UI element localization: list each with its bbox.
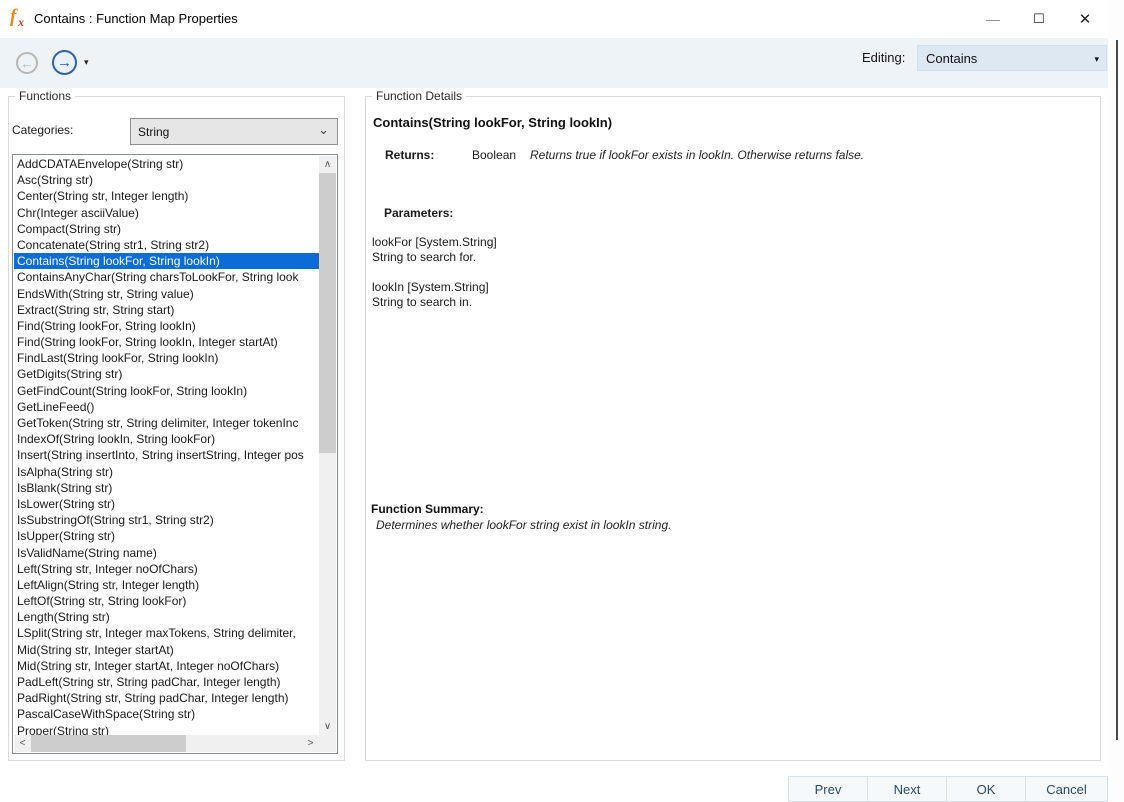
window-title: Contains : Function Map Properties [34,11,238,26]
function-list-item[interactable]: IsBlank(String str) [14,480,319,496]
categories-combobox[interactable]: String ⌄ [130,118,338,145]
function-list-item[interactable]: ContainsAnyChar(String charsToLookFor, S… [14,269,319,285]
function-list-item[interactable]: Compact(String str) [14,221,319,237]
function-list-item[interactable]: LeftOf(String str, String lookFor) [14,593,319,609]
function-list-item[interactable]: Left(String str, Integer noOfChars) [14,561,319,577]
function-summary-text: Determines whether lookFor string exist … [376,518,672,532]
cancel-button[interactable]: Cancel [1025,776,1108,802]
title-bar: f x Contains : Function Map Properties —… [0,0,1108,38]
function-list-item[interactable]: IsSubstringOf(String str1, String str2) [14,512,319,528]
function-details-group-label: Function Details [372,89,467,103]
function-list-item[interactable]: PadRight(String str, String padChar, Int… [14,690,319,706]
maximize-icon[interactable]: ☐ [1016,0,1062,38]
function-list-item[interactable]: PadLeft(String str, String padChar, Inte… [14,674,319,690]
function-list-item[interactable]: Chr(Integer asciiValue) [14,205,319,221]
function-list-item[interactable]: GetLineFeed() [14,399,319,415]
function-list-item[interactable]: Mid(String str, Integer startAt, Integer… [14,658,319,674]
function-list-item[interactable]: GetFindCount(String lookFor, String look… [14,383,319,399]
function-list-item[interactable]: AddCDATAEnvelope(String str) [14,156,319,172]
fx-app-icon: f x [10,6,30,30]
function-listbox[interactable]: AddCDATAEnvelope(String str) Asc(String s… [12,154,338,754]
dialog-window: f x Contains : Function Map Properties —… [0,0,1108,802]
scroll-right-icon[interactable]: > [302,735,319,752]
function-list-item[interactable]: Insert(String insertInto, String insertS… [14,447,319,463]
vertical-scrollbar-thumb[interactable] [319,173,336,453]
chevron-down-icon: ⌄ [318,122,329,137]
function-list-item[interactable]: Center(String str, Integer length) [14,188,319,204]
scroll-up-icon[interactable]: ∧ [319,156,336,173]
fx-icon-x: x [18,15,24,29]
function-summary-label: Function Summary: [371,502,484,516]
forward-icon[interactable]: → [52,50,77,75]
parameter-name: lookFor [System.String] [372,235,497,249]
background-window-edge [1116,40,1118,740]
returns-label: Returns: [385,148,435,162]
editing-combobox[interactable]: Contains ▾ [917,45,1107,71]
function-list: AddCDATAEnvelope(String str) Asc(String s… [14,156,319,735]
categories-combobox-value: String [138,125,170,139]
fx-icon-f: f [10,6,17,27]
ok-button[interactable]: OK [946,776,1026,802]
prev-button[interactable]: Prev [788,776,868,802]
parameter-name: lookIn [System.String] [372,280,489,294]
function-list-item[interactable]: LeftAlign(String str, Integer length) [14,577,319,593]
editing-combobox-value: Contains [926,51,978,66]
scroll-down-icon[interactable]: ∨ [319,718,336,735]
forward-dropdown-icon[interactable]: ▾ [84,57,89,68]
function-list-item[interactable]: Extract(String str, String start) [14,302,319,318]
minimize-icon[interactable]: — [970,0,1016,38]
function-list-item[interactable]: IsUpper(String str) [14,528,319,544]
function-list-item[interactable]: GetToken(String str, String delimiter, I… [14,415,319,431]
function-list-item[interactable]: Proper(String str) [14,723,319,735]
parameter-description: String to search for. [372,250,477,264]
function-list-item[interactable]: LSplit(String str, Integer maxTokens, St… [14,625,319,641]
function-list-item[interactable]: Asc(String str) [14,172,319,188]
function-list-item[interactable]: IsValidName(String name) [14,545,319,561]
returns-type: Boolean [472,148,517,162]
functions-group-label: Functions [15,89,76,103]
close-icon[interactable]: ✕ [1062,0,1108,38]
function-list-item[interactable]: EndsWith(String str, String value) [14,286,319,302]
function-list-item[interactable]: IsLower(String str) [14,496,319,512]
scroll-left-icon[interactable]: < [14,735,31,752]
categories-label: Categories: [12,123,74,137]
back-icon[interactable]: ← [16,52,38,74]
next-button[interactable]: Next [867,776,947,802]
function-list-item[interactable]: Contains(String lookFor, String lookIn) [14,253,319,270]
function-list-item[interactable]: IsAlpha(String str) [14,464,319,480]
editing-label: Editing: [862,50,906,65]
function-list-item[interactable]: IndexOf(String lookIn, String lookFor) [14,431,319,447]
function-signature: Contains(String lookFor, String lookIn) [373,115,613,130]
function-list-item[interactable]: Find(String lookFor, String lookIn, Inte… [14,334,319,350]
function-list-item[interactable]: Find(String lookFor, String lookIn) [14,318,319,334]
function-list-item[interactable]: PascalCaseWithSpace(String str) [14,706,319,722]
parameter-description: String to search in. [372,295,473,309]
chevron-down-icon: ▾ [1094,54,1099,64]
function-list-item[interactable]: Concatenate(String str1, String str2) [14,237,319,253]
function-list-item[interactable]: Length(String str) [14,609,319,625]
function-details-groupbox: Function Details [365,89,1101,761]
function-list-item[interactable]: FindLast(String lookFor, String lookIn) [14,350,319,366]
function-list-item[interactable]: Mid(String str, Integer startAt) [14,642,319,658]
scrollbar-corner [319,735,336,752]
parameters-label: Parameters: [384,206,454,220]
horizontal-scrollbar-thumb[interactable] [31,735,186,752]
function-list-item[interactable]: GetDigits(String str) [14,366,319,382]
returns-description: Returns true if lookFor exists in lookIn… [530,148,865,162]
